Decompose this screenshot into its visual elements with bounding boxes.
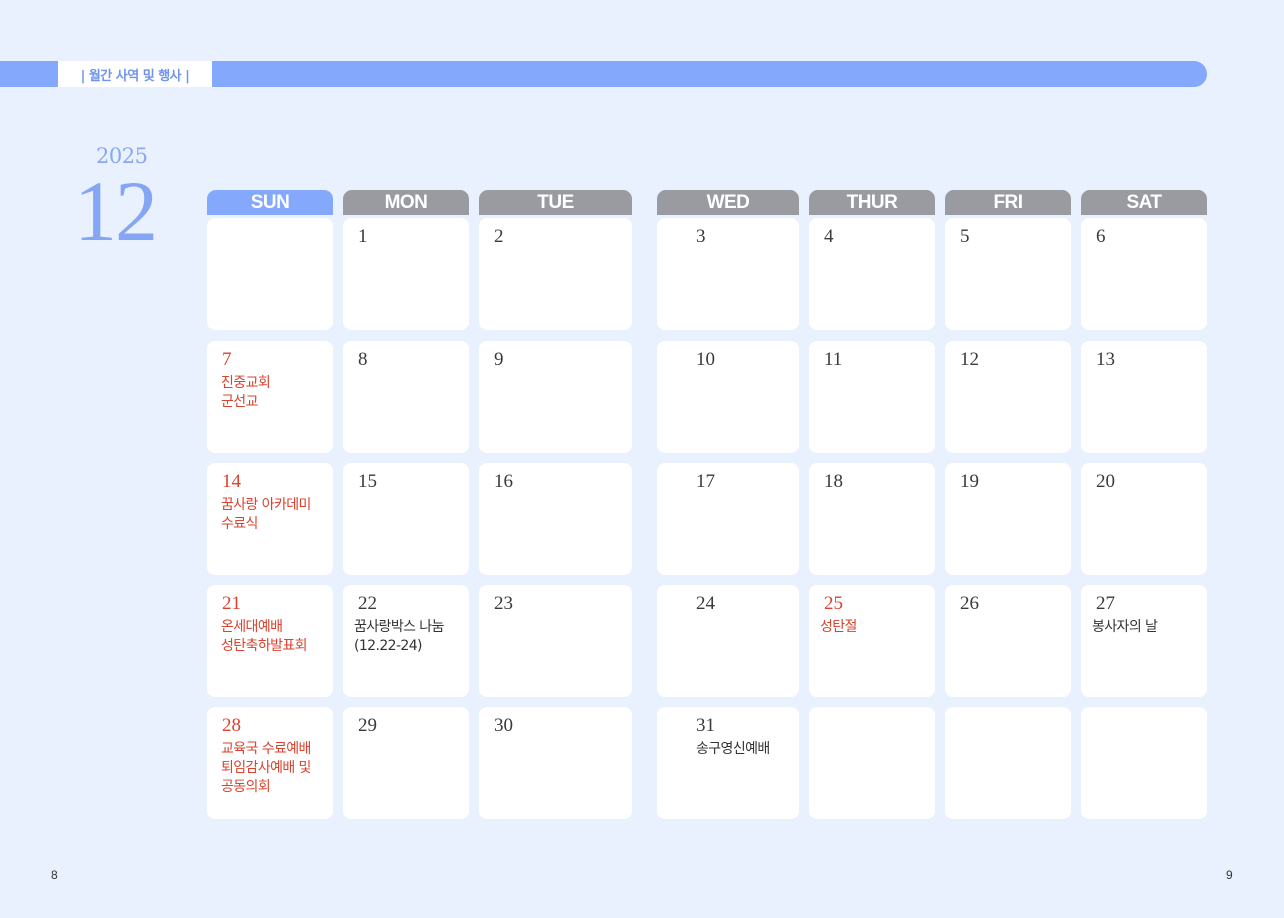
- weekday-header-fri: FRI: [945, 190, 1071, 215]
- day-cell: 1: [343, 218, 469, 330]
- day-events: 송구영신예배: [696, 740, 770, 759]
- day-events: 봉사자의 날: [1092, 618, 1158, 637]
- day-number: 21: [222, 593, 241, 614]
- event-line: 군선교: [221, 394, 258, 410]
- weekday-header-mon: MON: [343, 190, 469, 215]
- event-line: (12.22-24): [354, 638, 422, 654]
- day-events: 성탄절: [820, 618, 857, 637]
- day-number: 1: [358, 226, 368, 247]
- day-cell: 25 성탄절: [809, 585, 935, 697]
- day-number: 28: [222, 715, 241, 736]
- weekday-header-sun: SUN: [207, 190, 333, 215]
- day-number: 5: [960, 226, 970, 247]
- day-number: 11: [824, 349, 843, 370]
- day-cell: 26: [945, 585, 1071, 697]
- calendar-month: 12: [74, 163, 158, 259]
- day-cell: 23: [479, 585, 632, 697]
- day-events: 꿈사랑박스 나눔 (12.22-24): [354, 618, 444, 656]
- day-cell: [1081, 707, 1207, 819]
- day-cell: 21 온세대예배성탄축하발표회: [207, 585, 333, 697]
- day-events: 진중교회군선교: [221, 374, 271, 412]
- event-line: 수료식: [221, 516, 258, 532]
- day-cell: 15: [343, 463, 469, 575]
- day-number: 8: [358, 349, 368, 370]
- day-number: 13: [1096, 349, 1115, 370]
- day-cell: 8: [343, 341, 469, 453]
- day-number: 24: [696, 593, 715, 614]
- day-cell: 18: [809, 463, 935, 575]
- day-events: 교육국 수료예배퇴임감사예배 및공동의회: [221, 740, 311, 797]
- day-number: 12: [960, 349, 979, 370]
- day-cell: 30: [479, 707, 632, 819]
- event-line: 진중교회: [221, 375, 271, 391]
- day-number: 14: [222, 471, 241, 492]
- day-cell: 24: [657, 585, 799, 697]
- day-cell: 9: [479, 341, 632, 453]
- event-line: 송구영신예배: [696, 741, 770, 757]
- day-cell: 2: [479, 218, 632, 330]
- day-cell: 29: [343, 707, 469, 819]
- day-number: 22: [358, 593, 377, 614]
- day-number: 31: [696, 715, 715, 736]
- day-cell: 14 꿈사랑 아카데미수료식: [207, 463, 333, 575]
- day-number: 3: [696, 226, 706, 247]
- day-number: 18: [824, 471, 843, 492]
- day-number: 23: [494, 593, 513, 614]
- day-cell: 7 진중교회군선교: [207, 341, 333, 453]
- day-cell: [945, 707, 1071, 819]
- day-cell: 13: [1081, 341, 1207, 453]
- day-cell: 10: [657, 341, 799, 453]
- day-number: 26: [960, 593, 979, 614]
- section-label: | 월간 사역 및 행사 |: [58, 61, 212, 87]
- day-number: 10: [696, 349, 715, 370]
- event-line: 퇴임감사예배 및: [221, 760, 311, 776]
- day-number: 9: [494, 349, 504, 370]
- event-line: 공동의회: [221, 779, 271, 795]
- day-cell: 12: [945, 341, 1071, 453]
- day-cell: 22 꿈사랑박스 나눔 (12.22-24): [343, 585, 469, 697]
- day-number: 6: [1096, 226, 1106, 247]
- day-cell: 27 봉사자의 날: [1081, 585, 1207, 697]
- page-number-right: 9: [1226, 868, 1233, 882]
- day-cell: 17: [657, 463, 799, 575]
- weekday-header-wed: WED: [657, 190, 799, 215]
- event-line: 꿈사랑박스 나눔: [354, 619, 444, 635]
- event-line: 성탄절: [820, 619, 857, 635]
- day-events: 꿈사랑 아카데미수료식: [221, 496, 311, 534]
- day-cell: 11: [809, 341, 935, 453]
- day-cell: 19: [945, 463, 1071, 575]
- day-number: 7: [222, 349, 232, 370]
- day-number: 29: [358, 715, 377, 736]
- day-events: 온세대예배성탄축하발표회: [221, 618, 308, 656]
- weekday-header-tue: TUE: [479, 190, 632, 215]
- day-cell: 4: [809, 218, 935, 330]
- event-line: 성탄축하발표회: [221, 638, 308, 654]
- day-number: 20: [1096, 471, 1115, 492]
- day-cell: 16: [479, 463, 632, 575]
- day-cell: 31 송구영신예배: [657, 707, 799, 819]
- event-line: 꿈사랑 아카데미: [221, 497, 311, 513]
- event-line: 교육국 수료예배: [221, 741, 311, 757]
- day-number: 30: [494, 715, 513, 736]
- day-cell: 6: [1081, 218, 1207, 330]
- weekday-header-thur: THUR: [809, 190, 935, 215]
- day-number: 19: [960, 471, 979, 492]
- day-number: 4: [824, 226, 834, 247]
- day-number: 25: [824, 593, 843, 614]
- day-number: 2: [494, 226, 504, 247]
- weekday-header-sat: SAT: [1081, 190, 1207, 215]
- day-number: 17: [696, 471, 715, 492]
- day-number: 15: [358, 471, 377, 492]
- event-line: 봉사자의 날: [1092, 619, 1158, 635]
- day-number: 27: [1096, 593, 1115, 614]
- day-cell: 28 교육국 수료예배퇴임감사예배 및공동의회: [207, 707, 333, 819]
- day-cell: 3: [657, 218, 799, 330]
- day-cell: 5: [945, 218, 1071, 330]
- day-cell: 20: [1081, 463, 1207, 575]
- day-cell: [809, 707, 935, 819]
- page-number-left: 8: [51, 868, 58, 882]
- day-cell: [207, 218, 333, 330]
- event-line: 온세대예배: [221, 619, 283, 635]
- day-number: 16: [494, 471, 513, 492]
